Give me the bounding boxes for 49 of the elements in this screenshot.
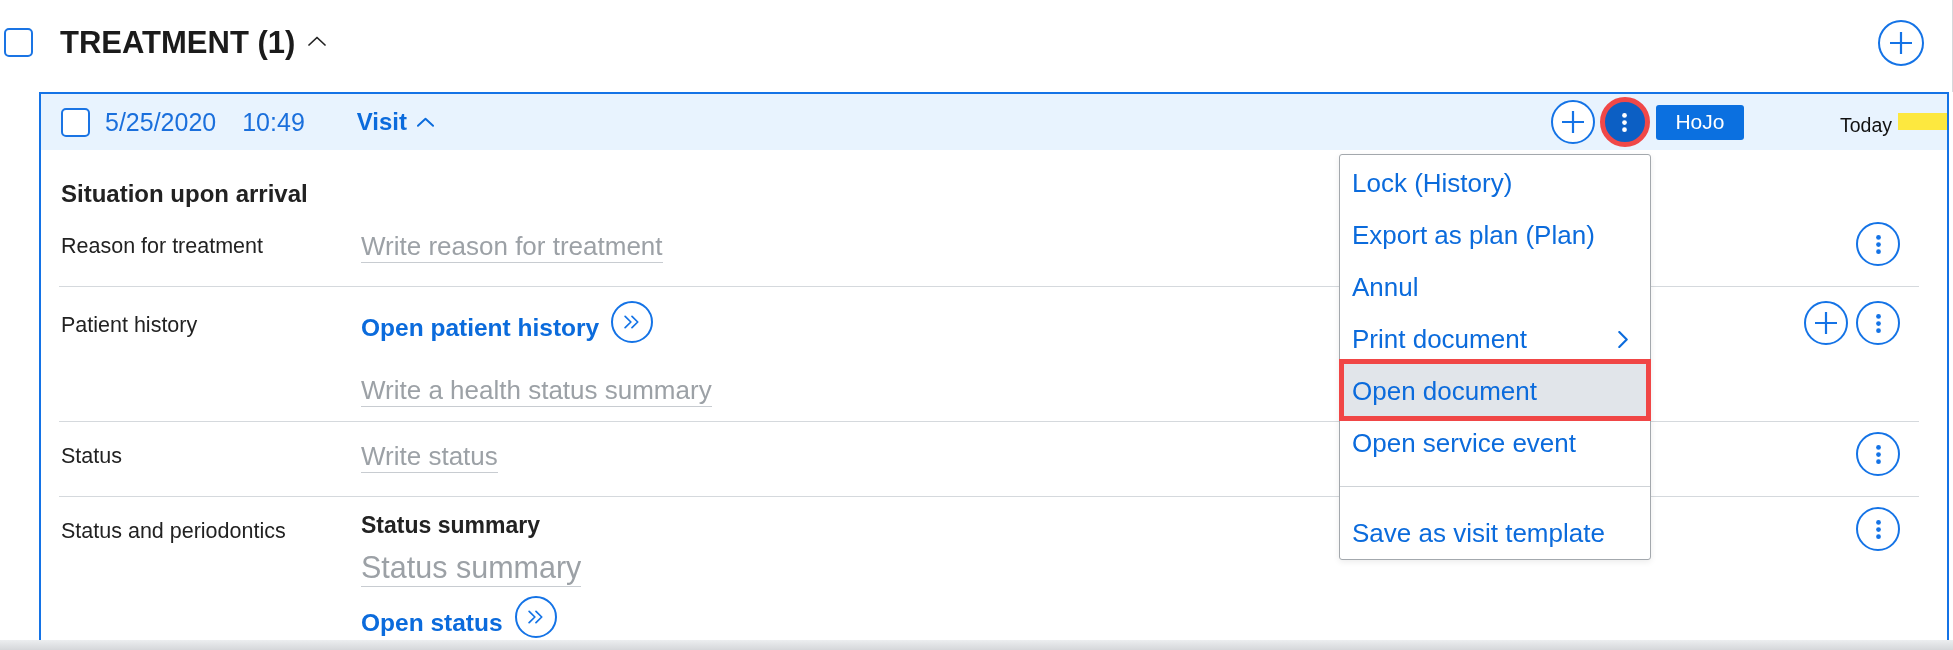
visit-type-toggle[interactable]: Visit: [356, 108, 435, 136]
more-icon: [1875, 234, 1881, 254]
more-button[interactable]: [1599, 97, 1650, 147]
double-chevron-icon: [527, 610, 544, 624]
horizontal-scrollbar[interactable]: [0, 640, 1953, 650]
text-field[interactable]: Write a health status summary: [361, 375, 712, 407]
field-label: Status and periodontics: [60, 518, 286, 544]
open-link[interactable]: Open status: [361, 608, 503, 638]
visit-time: 10:49: [242, 107, 305, 137]
checkbox[interactable]: [4, 28, 33, 57]
more-icon: [1875, 519, 1881, 539]
menu-item[interactable]: Open document: [1339, 359, 1651, 421]
field-label: Status: [60, 443, 122, 469]
text-field[interactable]: Write reason for treatment: [361, 231, 663, 263]
plus-icon: [1561, 111, 1584, 133]
add-button[interactable]: [1550, 100, 1595, 144]
visit-date: 5/25/2020: [105, 107, 217, 137]
more-button[interactable]: [1856, 301, 1900, 345]
plus-icon: [1815, 312, 1837, 334]
checkbox[interactable]: [61, 107, 90, 137]
text-field[interactable]: Status summary: [361, 549, 582, 587]
add-button[interactable]: [1804, 301, 1848, 345]
more-button[interactable]: [1856, 507, 1900, 551]
forward-button[interactable]: [514, 596, 557, 638]
section-heading: Situation upon arrival: [60, 179, 308, 208]
forward-button[interactable]: [611, 301, 654, 343]
user-badge: HoJo: [1655, 104, 1744, 140]
section-title: TREATMENT (1): [60, 23, 296, 62]
open-link[interactable]: Open patient history: [361, 313, 600, 343]
more-icon: [1875, 444, 1881, 464]
text-field[interactable]: Write status: [361, 441, 498, 473]
highlight-bar-icon: [1898, 112, 1947, 130]
chevron-up-icon[interactable]: [308, 35, 327, 46]
menu-item[interactable]: Save as visit template: [1340, 507, 1650, 559]
more-button[interactable]: [1856, 432, 1900, 476]
field-subheading: Status summary: [361, 511, 540, 539]
menu-item[interactable]: Annul: [1340, 261, 1650, 313]
field-label: Reason for treatment: [60, 233, 263, 259]
field-label: Patient history: [60, 312, 198, 338]
more-icon: [1622, 112, 1628, 132]
date-label: Today: [1839, 113, 1892, 137]
menu-item[interactable]: Export as plan (Plan): [1340, 209, 1650, 261]
chevron-right-icon: [1618, 330, 1628, 348]
more-icon: [1875, 313, 1881, 333]
plus-icon: [1890, 31, 1912, 54]
more-button[interactable]: [1856, 222, 1900, 266]
menu-item[interactable]: Lock (History): [1340, 157, 1650, 209]
add-button[interactable]: [1878, 19, 1924, 66]
double-chevron-icon: [624, 315, 641, 329]
